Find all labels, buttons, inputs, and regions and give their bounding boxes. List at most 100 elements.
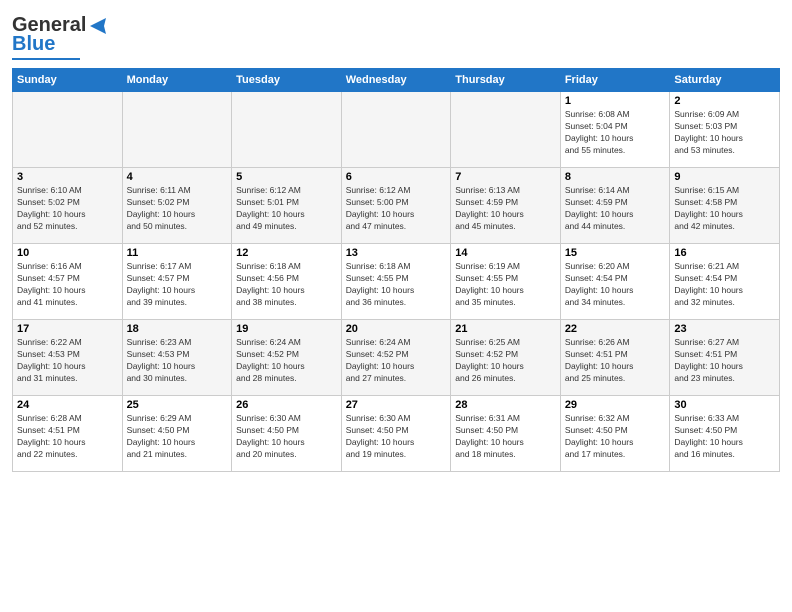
day-number: 14 [455,247,556,259]
day-cell [341,92,451,168]
day-number: 20 [346,323,447,335]
day-cell: 20Sunrise: 6:24 AMSunset: 4:52 PMDayligh… [341,320,451,396]
day-number: 27 [346,399,447,411]
day-cell: 16 Sunrise: 6:21 AMSunset: 4:54 PMDayligh… [670,244,780,320]
day-number: 4 [127,171,228,183]
logo: General Blue [12,14,110,60]
header-thursday: Thursday [451,69,561,92]
day-info: Sunrise: 6:22 AMSunset: 4:53 PMDaylight:… [17,337,118,385]
week-row-1: 3 Sunrise: 6:10 AMSunset: 5:02 PMDaylight… [13,168,780,244]
day-cell: 29 Sunrise: 6:32 AMSunset: 4:50 PMDayligh… [560,396,670,472]
day-cell: 4 Sunrise: 6:11 AMSunset: 5:02 PMDaylight… [122,168,232,244]
day-info: Sunrise: 6:24 AMSunset: 4:52 PMDaylight:… [236,337,337,385]
day-number: 25 [127,399,228,411]
day-cell: 17 Sunrise: 6:22 AMSunset: 4:53 PMDayligh… [13,320,123,396]
day-cell: 9 Sunrise: 6:15 AMSunset: 4:58 PMDaylight… [670,168,780,244]
day-cell: 5 Sunrise: 6:12 AMSunset: 5:01 PMDaylight… [232,168,342,244]
header-wednesday: Wednesday [341,69,451,92]
logo-underline [12,58,80,60]
day-info: Sunrise: 6:13 AMSunset: 4:59 PMDaylight:… [455,185,556,233]
day-cell [232,92,342,168]
day-number: 1 [565,95,666,107]
day-number: 17 [17,323,118,335]
day-number: 26 [236,399,337,411]
day-cell: 25 Sunrise: 6:29 AMSunset: 4:50 PMDayligh… [122,396,232,472]
day-cell [13,92,123,168]
day-number: 22 [565,323,666,335]
day-info: Sunrise: 6:28 AMSunset: 4:51 PMDaylight:… [17,413,118,461]
day-number: 9 [674,171,775,183]
day-number: 12 [236,247,337,259]
header-sunday: Sunday [13,69,123,92]
day-info: Sunrise: 6:29 AMSunset: 4:50 PMDaylight:… [127,413,228,461]
day-info: Sunrise: 6:18 AMSunset: 4:55 PMDaylight:… [346,261,447,309]
day-info: Sunrise: 6:19 AMSunset: 4:55 PMDaylight:… [455,261,556,309]
calendar-table: SundayMondayTuesdayWednesdayThursdayFrid… [12,68,780,472]
week-row-2: 10 Sunrise: 6:16 AMSunset: 4:57 PMDayligh… [13,244,780,320]
header-friday: Friday [560,69,670,92]
day-cell: 1Sunrise: 6:08 AMSunset: 5:04 PMDaylight… [560,92,670,168]
day-cell: 28 Sunrise: 6:31 AMSunset: 4:50 PMDayligh… [451,396,561,472]
day-cell: 7 Sunrise: 6:13 AMSunset: 4:59 PMDaylight… [451,168,561,244]
day-cell: 27 Sunrise: 6:30 AMSunset: 4:50 PMDayligh… [341,396,451,472]
page-container: General Blue SundayMondayTuesdayWednesda… [0,0,792,480]
day-number: 15 [565,247,666,259]
day-cell: 21 Sunrise: 6:25 AMSunset: 4:52 PMDayligh… [451,320,561,396]
calendar-header-row: SundayMondayTuesdayWednesdayThursdayFrid… [13,69,780,92]
day-number: 28 [455,399,556,411]
header-saturday: Saturday [670,69,780,92]
day-number: 19 [236,323,337,335]
day-info: Sunrise: 6:23 AMSunset: 4:53 PMDaylight:… [127,337,228,385]
week-row-0: 1Sunrise: 6:08 AMSunset: 5:04 PMDaylight… [13,92,780,168]
day-info: Sunrise: 6:10 AMSunset: 5:02 PMDaylight:… [17,185,118,233]
week-row-4: 24Sunrise: 6:28 AMSunset: 4:51 PMDayligh… [13,396,780,472]
day-number: 7 [455,171,556,183]
day-cell: 12 Sunrise: 6:18 AMSunset: 4:56 PMDayligh… [232,244,342,320]
day-info: Sunrise: 6:26 AMSunset: 4:51 PMDaylight:… [565,337,666,385]
day-info: Sunrise: 6:12 AMSunset: 5:01 PMDaylight:… [236,185,337,233]
day-info: Sunrise: 6:31 AMSunset: 4:50 PMDaylight:… [455,413,556,461]
day-info: Sunrise: 6:16 AMSunset: 4:57 PMDaylight:… [17,261,118,309]
day-cell: 11 Sunrise: 6:17 AMSunset: 4:57 PMDayligh… [122,244,232,320]
day-number: 10 [17,247,118,259]
header-monday: Monday [122,69,232,92]
header-tuesday: Tuesday [232,69,342,92]
header: General Blue [12,10,780,60]
day-number: 29 [565,399,666,411]
day-number: 18 [127,323,228,335]
day-cell: 22 Sunrise: 6:26 AMSunset: 4:51 PMDayligh… [560,320,670,396]
day-info: Sunrise: 6:27 AMSunset: 4:51 PMDaylight:… [674,337,775,385]
day-cell: 14 Sunrise: 6:19 AMSunset: 4:55 PMDayligh… [451,244,561,320]
day-number: 13 [346,247,447,259]
day-cell: 30Sunrise: 6:33 AMSunset: 4:50 PMDayligh… [670,396,780,472]
day-cell [122,92,232,168]
day-number: 3 [17,171,118,183]
day-number: 5 [236,171,337,183]
day-info: Sunrise: 6:21 AMSunset: 4:54 PMDaylight:… [674,261,775,309]
day-info: Sunrise: 6:14 AMSunset: 4:59 PMDaylight:… [565,185,666,233]
logo-icon [86,16,110,36]
day-cell: 10 Sunrise: 6:16 AMSunset: 4:57 PMDayligh… [13,244,123,320]
day-number: 23 [674,323,775,335]
day-cell: 18 Sunrise: 6:23 AMSunset: 4:53 PMDayligh… [122,320,232,396]
day-info: Sunrise: 6:30 AMSunset: 4:50 PMDaylight:… [346,413,447,461]
day-info: Sunrise: 6:11 AMSunset: 5:02 PMDaylight:… [127,185,228,233]
day-cell: 13 Sunrise: 6:18 AMSunset: 4:55 PMDayligh… [341,244,451,320]
day-info: Sunrise: 6:17 AMSunset: 4:57 PMDaylight:… [127,261,228,309]
day-number: 6 [346,171,447,183]
day-number: 11 [127,247,228,259]
day-number: 16 [674,247,775,259]
day-number: 21 [455,323,556,335]
day-info: Sunrise: 6:32 AMSunset: 4:50 PMDaylight:… [565,413,666,461]
day-info: Sunrise: 6:18 AMSunset: 4:56 PMDaylight:… [236,261,337,309]
day-cell: 24Sunrise: 6:28 AMSunset: 4:51 PMDayligh… [13,396,123,472]
day-info: Sunrise: 6:25 AMSunset: 4:52 PMDaylight:… [455,337,556,385]
day-number: 30 [674,399,775,411]
day-info: Sunrise: 6:20 AMSunset: 4:54 PMDaylight:… [565,261,666,309]
day-cell: 3 Sunrise: 6:10 AMSunset: 5:02 PMDaylight… [13,168,123,244]
day-cell [451,92,561,168]
day-cell: 2Sunrise: 6:09 AMSunset: 5:03 PMDaylight… [670,92,780,168]
day-cell: 23 Sunrise: 6:27 AMSunset: 4:51 PMDayligh… [670,320,780,396]
day-info: Sunrise: 6:15 AMSunset: 4:58 PMDaylight:… [674,185,775,233]
day-cell: 15 Sunrise: 6:20 AMSunset: 4:54 PMDayligh… [560,244,670,320]
